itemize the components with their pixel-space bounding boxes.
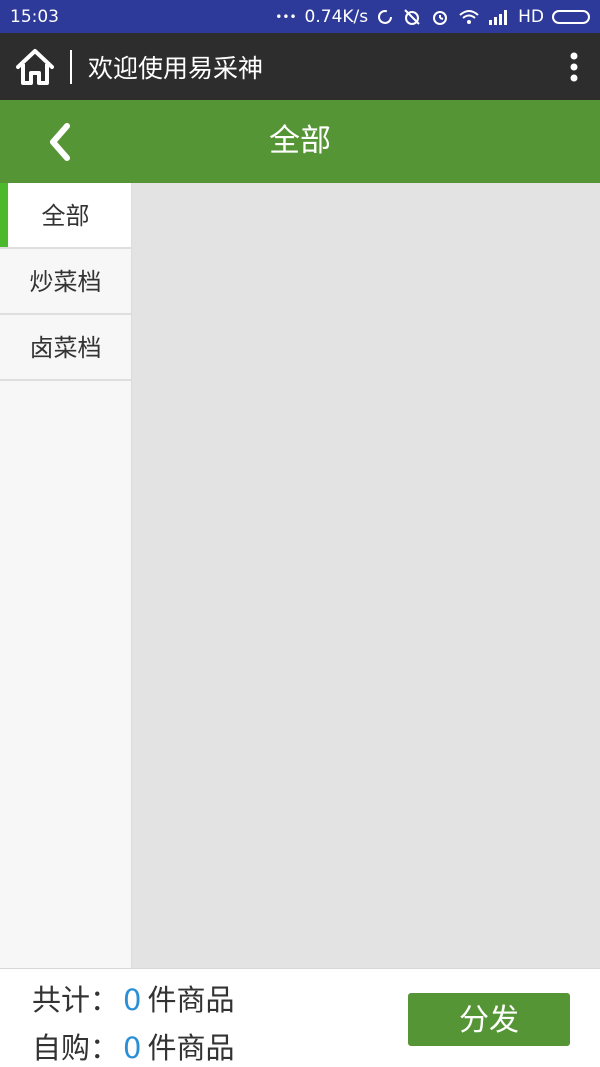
self-label: 自购：: [32, 1031, 120, 1065]
category-label: 全部: [41, 202, 90, 230]
network-type: HD: [518, 6, 544, 27]
total-count: 0: [123, 983, 142, 1017]
page-header: 全部: [0, 100, 600, 183]
category-item-all[interactable]: 全部: [0, 183, 131, 249]
product-list-area: [132, 183, 600, 968]
total-summary: 共计： 0 件商品: [32, 977, 234, 1019]
self-count: 0: [123, 1031, 142, 1065]
back-button[interactable]: [28, 100, 92, 183]
category-item-braised[interactable]: 卤菜档: [0, 315, 131, 381]
signal-icon: [488, 9, 510, 25]
app-bar: 欢迎使用易采神: [0, 33, 600, 100]
battery-icon: [552, 9, 590, 24]
category-item-stir-fry[interactable]: 炒菜档: [0, 249, 131, 315]
self-purchase-summary: 自购： 0 件商品: [32, 1025, 234, 1067]
app-bar-divider: [70, 49, 72, 84]
category-sidebar: 全部 炒菜档 卤菜档: [0, 183, 132, 968]
home-button[interactable]: [0, 33, 70, 100]
category-label: 炒菜档: [29, 268, 102, 296]
home-icon: [16, 48, 54, 85]
alarm-icon: [430, 7, 450, 27]
more-vertical-icon: [570, 52, 578, 81]
app-title: 欢迎使用易采神: [88, 53, 264, 83]
sync-icon: [376, 8, 394, 26]
more-button[interactable]: [548, 33, 600, 100]
wifi-icon: [458, 8, 480, 26]
status-icons: ••• 0.74K/s HD: [275, 7, 590, 27]
total-unit: 件商品: [147, 983, 235, 1017]
status-dots: •••: [275, 9, 297, 24]
alarm-off-icon: [402, 7, 422, 27]
self-unit: 件商品: [147, 1031, 235, 1065]
footer-summary: 共计： 0 件商品 自购： 0 件商品 分发: [0, 968, 600, 1067]
network-speed: 0.74K/s: [304, 6, 369, 27]
dispatch-button[interactable]: 分发: [408, 993, 570, 1046]
total-label: 共计：: [32, 983, 120, 1017]
category-label: 卤菜档: [29, 334, 102, 362]
status-bar: 15:03 ••• 0.74K/s HD: [0, 0, 600, 33]
status-time: 15:03: [10, 6, 59, 27]
chevron-left-icon: [50, 122, 70, 161]
